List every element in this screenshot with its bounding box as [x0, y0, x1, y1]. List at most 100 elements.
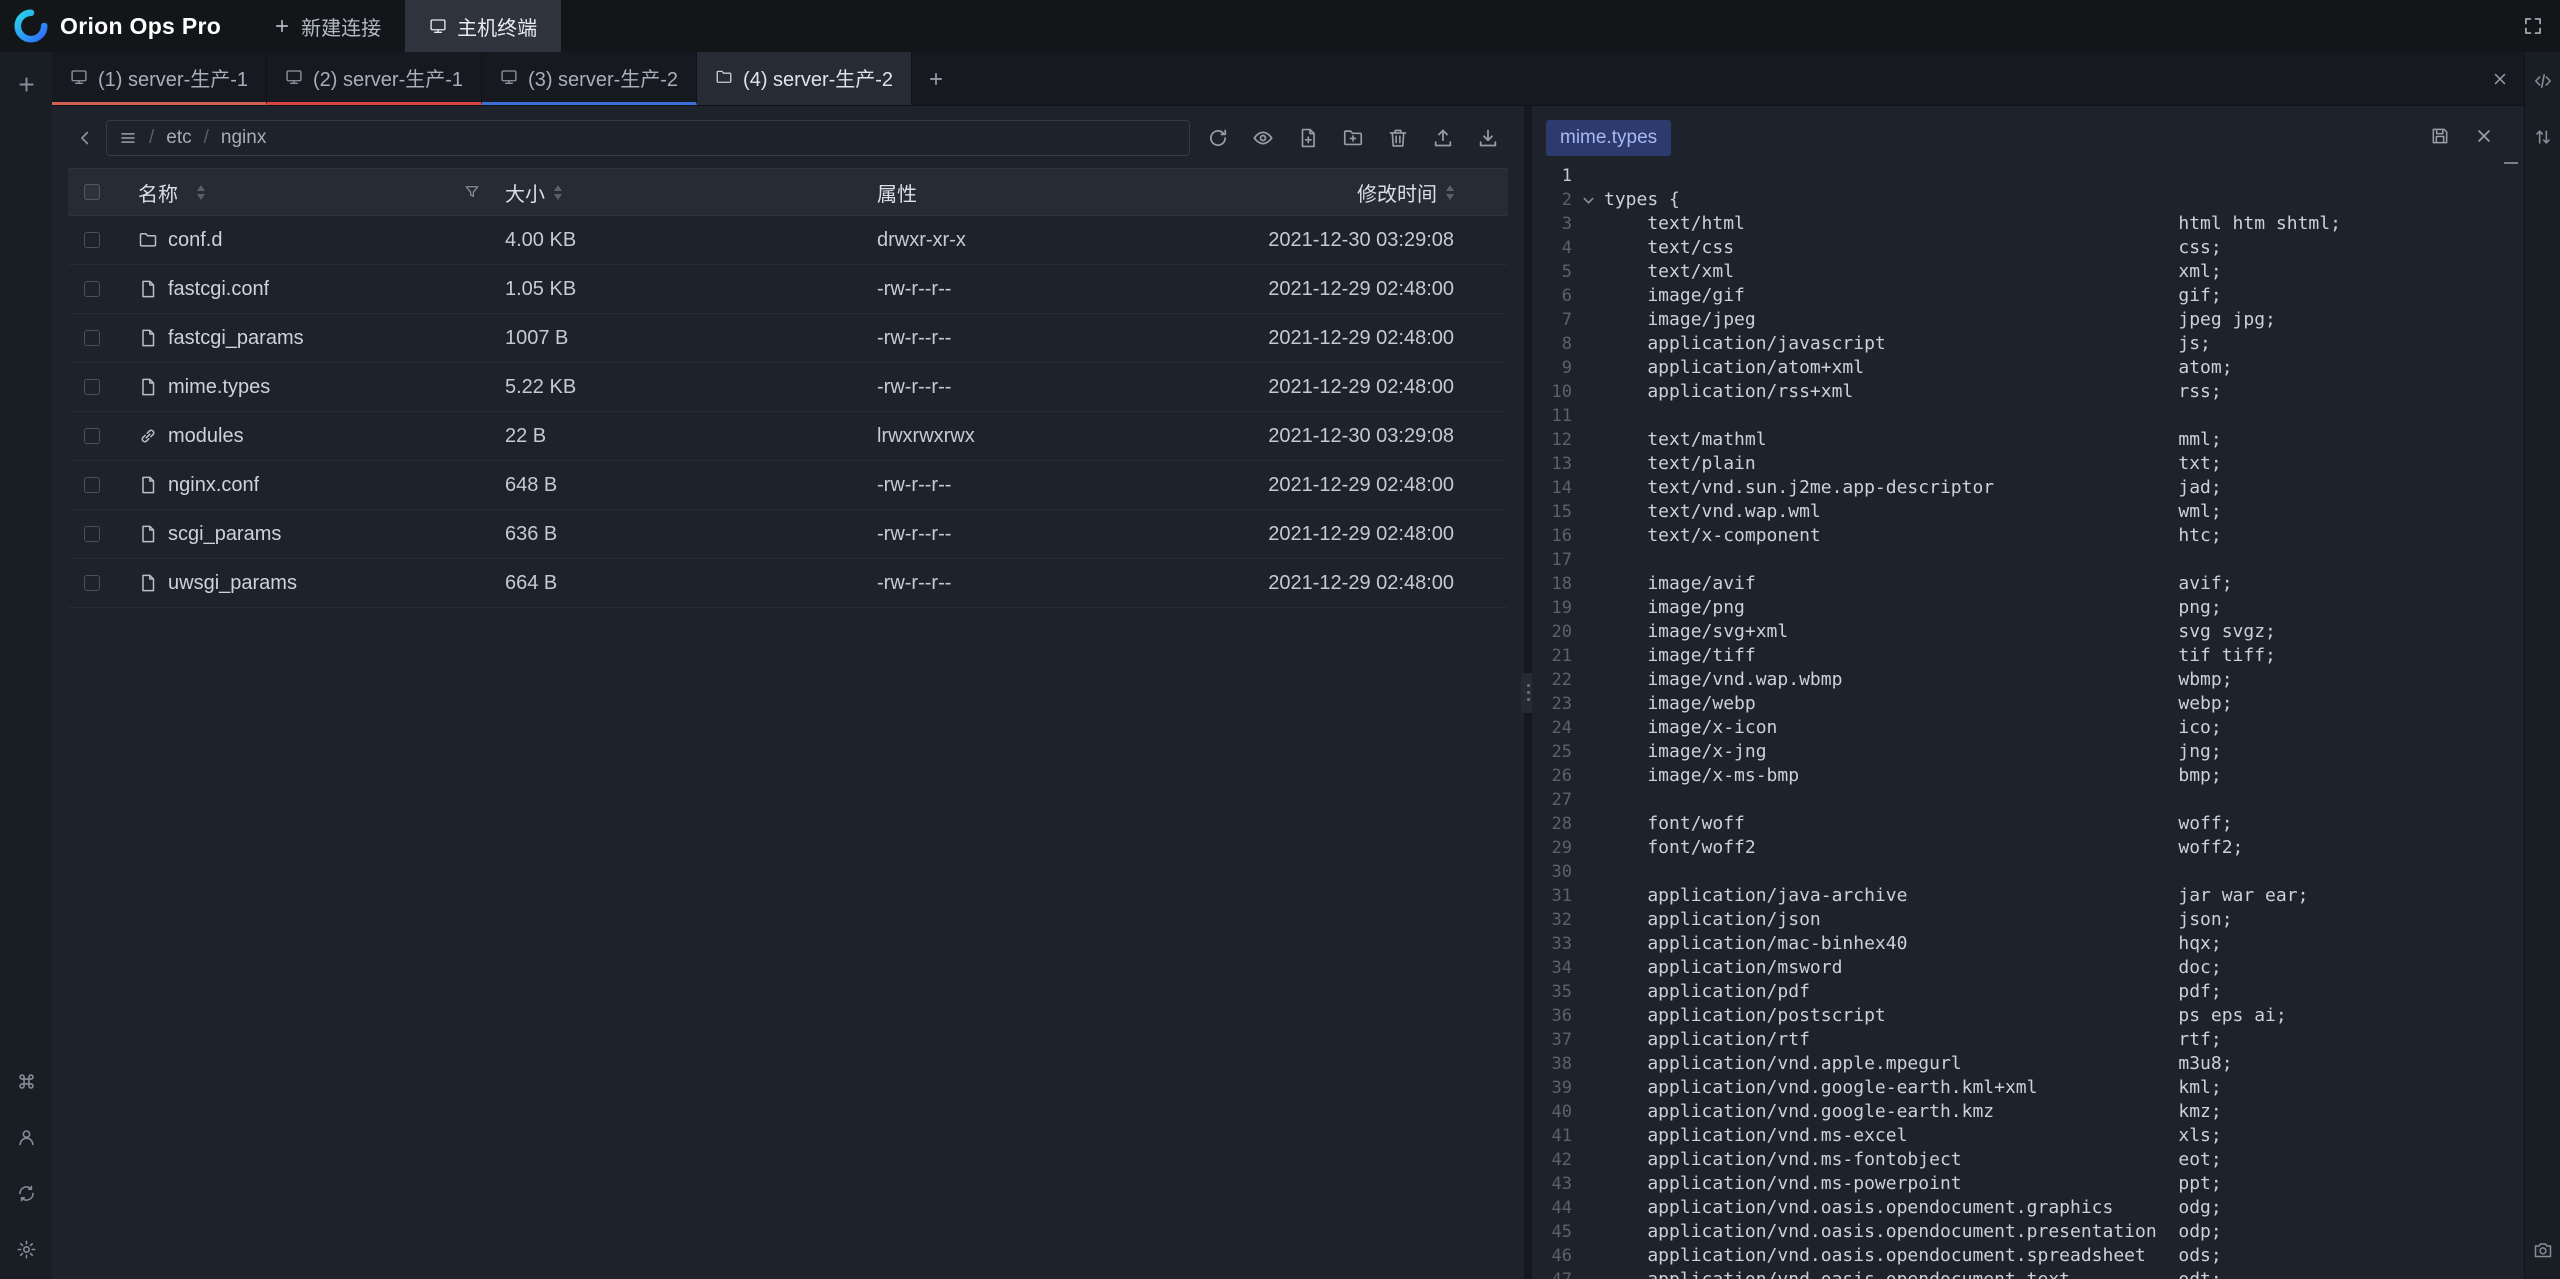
- code-line: 34 application/msword doc;: [1532, 956, 2524, 980]
- code-line: 24 image/x-icon ico;: [1532, 716, 2524, 740]
- swap-button[interactable]: [2528, 122, 2558, 152]
- trash-button[interactable]: [1386, 126, 1410, 150]
- new-folder-button[interactable]: [1341, 126, 1365, 150]
- file-row[interactable]: fastcgi_params1007 B-rw-r--r--2021-12-29…: [68, 314, 1508, 363]
- code-text: application/vnd.ms-powerpoint ppt;: [1604, 1172, 2222, 1196]
- terminal-icon: [500, 68, 518, 86]
- add-tab-button[interactable]: [912, 52, 960, 105]
- code-line: 18 image/avif avif;: [1532, 572, 2524, 596]
- menu-host-terminal[interactable]: 主机终端: [405, 0, 561, 52]
- row-checkbox[interactable]: [84, 330, 100, 346]
- code-button[interactable]: [2528, 66, 2558, 96]
- panel-splitter[interactable]: [1524, 106, 1532, 1279]
- refresh-button[interactable]: [1206, 126, 1230, 150]
- file-name[interactable]: fastcgi_params: [168, 327, 304, 350]
- breadcrumb-segment[interactable]: nginx: [221, 127, 266, 149]
- left-rail-bottom: [8, 1063, 44, 1267]
- line-number: 6: [1532, 284, 1572, 308]
- menu-new-connection[interactable]: 新建连接: [249, 0, 405, 52]
- file-manager-panel: /etc/nginx 名称: [52, 106, 1524, 1279]
- file-row[interactable]: scgi_params636 B-rw-r--r--2021-12-29 02:…: [68, 510, 1508, 559]
- code-line: 40 application/vnd.google-earth.kmz kmz;: [1532, 1100, 2524, 1124]
- download-button[interactable]: [1476, 126, 1500, 150]
- file-name[interactable]: scgi_params: [168, 523, 281, 546]
- file-name[interactable]: uwsgi_params: [168, 572, 297, 595]
- file-row[interactable]: uwsgi_params664 B-rw-r--r--2021-12-29 02…: [68, 559, 1508, 608]
- session-tab[interactable]: (3) server-生产-2: [482, 52, 697, 105]
- root-directory-icon[interactable]: [119, 129, 137, 147]
- file-attrs: -rw-r--r--: [868, 523, 1215, 546]
- command-button[interactable]: [8, 1063, 44, 1099]
- sync-button[interactable]: [8, 1175, 44, 1211]
- row-checkbox[interactable]: [84, 232, 100, 248]
- code-text: application/mac-binhex40 hqx;: [1604, 932, 2222, 956]
- code-text: application/vnd.oasis.opendocument.sprea…: [1604, 1244, 2222, 1268]
- file-row[interactable]: modules22 Blrwxrwxrwx2021-12-30 03:29:08: [68, 412, 1508, 461]
- user-button[interactable]: [8, 1119, 44, 1155]
- upload-button[interactable]: [1431, 126, 1455, 150]
- sort-mtime-control[interactable]: [1446, 185, 1454, 200]
- row-checkbox[interactable]: [84, 428, 100, 444]
- file-attrs: -rw-r--r--: [868, 572, 1215, 595]
- fullscreen-button[interactable]: [2506, 0, 2560, 52]
- plus-icon: [16, 74, 37, 95]
- code-text: image/webp webp;: [1604, 692, 2233, 716]
- file-row[interactable]: mime.types5.22 KB-rw-r--r--2021-12-29 02…: [68, 363, 1508, 412]
- file-name[interactable]: mime.types: [168, 376, 270, 399]
- session-tab[interactable]: (4) server-生产-2: [697, 52, 912, 105]
- select-all-checkbox[interactable]: [84, 184, 100, 200]
- line-number: 10: [1532, 380, 1572, 404]
- line-number: 32: [1532, 908, 1572, 932]
- file-icon: [138, 377, 158, 397]
- tabstrip-spacer: [960, 52, 2476, 105]
- save-file-button[interactable]: [2430, 126, 2450, 151]
- session-tab[interactable]: (1) server-生产-1: [52, 52, 267, 105]
- breadcrumb-segment[interactable]: etc: [166, 127, 191, 149]
- code-text: application/msword doc;: [1604, 956, 2222, 980]
- file-row[interactable]: nginx.conf648 B-rw-r--r--2021-12-29 02:4…: [68, 461, 1508, 510]
- editor-code-area[interactable]: 12types {3 text/html html htm shtml;4 te…: [1532, 164, 2524, 1279]
- back-button[interactable]: [68, 121, 102, 155]
- code-text: application/vnd.apple.mpegurl m3u8;: [1604, 1052, 2233, 1076]
- file-row[interactable]: conf.d4.00 KBdrwxr-xr-x2021-12-30 03:29:…: [68, 216, 1508, 265]
- new-file-button[interactable]: [1296, 126, 1320, 150]
- eye-button[interactable]: [1251, 126, 1275, 150]
- code-text: application/atom+xml atom;: [1604, 356, 2233, 380]
- settings-button[interactable]: [8, 1231, 44, 1267]
- file-name[interactable]: modules: [168, 425, 244, 448]
- camera-button[interactable]: [2528, 1235, 2558, 1265]
- line-number: 4: [1532, 236, 1572, 260]
- file-name[interactable]: conf.d: [168, 229, 222, 252]
- code-text: image/tiff tif tiff;: [1604, 644, 2276, 668]
- sync-icon: [16, 1183, 37, 1204]
- menu-host-terminal-label: 主机终端: [457, 12, 537, 41]
- close-editor-button[interactable]: [2474, 126, 2494, 151]
- folder-icon: [715, 68, 733, 86]
- sort-name-control[interactable]: [197, 185, 205, 200]
- line-number: 9: [1532, 356, 1572, 380]
- close-all-tabs-button[interactable]: [2476, 52, 2524, 105]
- file-mtime: 2021-12-29 02:48:00: [1215, 278, 1508, 301]
- code-text: image/jpeg jpeg jpg;: [1604, 308, 2276, 332]
- code-line: 45 application/vnd.oasis.opendocument.pr…: [1532, 1220, 2524, 1244]
- file-name[interactable]: fastcgi.conf: [168, 278, 269, 301]
- code-line: 22 image/vnd.wap.wbmp wbmp;: [1532, 668, 2524, 692]
- session-tab[interactable]: (2) server-生产-1: [267, 52, 482, 105]
- file-name[interactable]: nginx.conf: [168, 474, 259, 497]
- row-checkbox[interactable]: [84, 379, 100, 395]
- code-text: application/rtf rtf;: [1604, 1028, 2222, 1052]
- sort-size-control[interactable]: [554, 185, 562, 200]
- code-text: text/vnd.wap.wml wml;: [1604, 500, 2222, 524]
- filter-icon[interactable]: [463, 183, 481, 201]
- editor-file-tab[interactable]: mime.types: [1546, 120, 1671, 156]
- row-checkbox[interactable]: [84, 526, 100, 542]
- row-checkbox[interactable]: [84, 477, 100, 493]
- fold-toggle-icon[interactable]: [1572, 193, 1604, 208]
- new-session-button[interactable]: [8, 66, 44, 102]
- row-checkbox[interactable]: [84, 575, 100, 591]
- file-row[interactable]: fastcgi.conf1.05 KB-rw-r--r--2021-12-29 …: [68, 265, 1508, 314]
- line-number: 40: [1532, 1100, 1572, 1124]
- code-line: 9 application/atom+xml atom;: [1532, 356, 2524, 380]
- code-text: application/vnd.google-earth.kmz kmz;: [1604, 1100, 2222, 1124]
- row-checkbox[interactable]: [84, 281, 100, 297]
